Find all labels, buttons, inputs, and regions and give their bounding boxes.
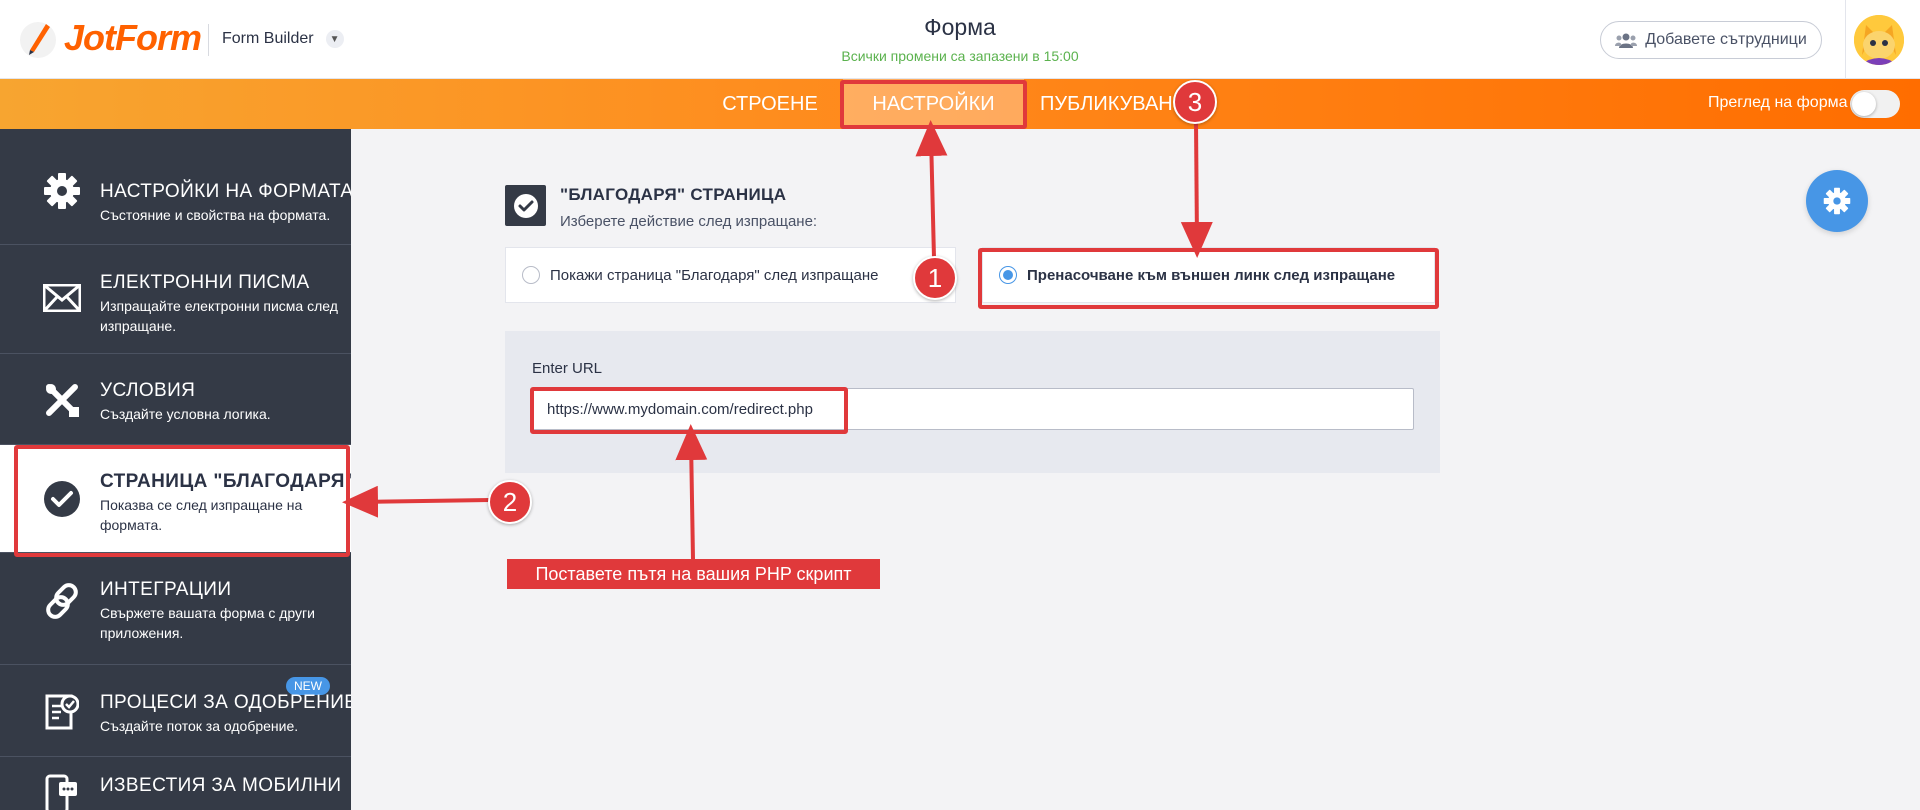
sidebar-item-desc: Състояние и свойства на формата. xyxy=(100,207,331,223)
gear-icon xyxy=(42,171,82,211)
mobile-icon xyxy=(42,773,82,810)
sidebar-item-title: ЕЛЕКТРОННИ ПИСМА xyxy=(100,272,310,293)
link-icon xyxy=(42,581,82,621)
section-title: "БЛАГОДАРЯ" СТРАНИЦА xyxy=(560,185,787,204)
app-name: Form Builder xyxy=(222,30,314,47)
highlight-thank-you-sidebar xyxy=(14,445,350,557)
settings-fab-button[interactable] xyxy=(1806,170,1868,232)
app-switcher[interactable]: Form Builder ▼ xyxy=(222,30,344,48)
sidebar-item-title: НАСТРОЙКИ НА ФОРМАТА xyxy=(100,181,351,202)
sidebar-item-integrations[interactable]: ИНТЕГРАЦИИ Свържете вашата форма с други… xyxy=(0,553,351,665)
url-label: Enter URL xyxy=(532,360,603,377)
form-preview-label: Преглед на форма xyxy=(1708,94,1848,111)
jotform-pencil-icon xyxy=(18,16,58,60)
top-header: JotForm Form Builder ▼ Форма Всички пром… xyxy=(0,0,1920,79)
radio-thank-you[interactable] xyxy=(522,266,540,284)
users-icon xyxy=(1615,32,1638,48)
header-divider xyxy=(208,24,209,56)
step-badge-3: 3 xyxy=(1173,80,1217,124)
sidebar-item-title: ПРОЦЕСИ ЗА ОДОБРЕНИЕ xyxy=(100,692,351,713)
option-thank-you-label: Покажи страница "Благодаря" след изпраща… xyxy=(550,266,879,284)
sidebar-item-desc: Създайте поток за одобрение. xyxy=(100,718,299,734)
thank-you-section-icon xyxy=(505,185,546,226)
chevron-down-icon: ▼ xyxy=(325,30,344,48)
logo-text: JotForm xyxy=(64,17,202,58)
sidebar-item-emails[interactable]: ЕЛЕКТРОННИ ПИСМА Изпращайте електронни п… xyxy=(0,245,351,354)
sidebar-item-title: ИЗВЕСТИЯ ЗА МОБИЛНИ xyxy=(100,775,342,796)
toggle-knob xyxy=(1852,92,1876,116)
section-subtitle: Изберете действие след изпращане: xyxy=(560,213,818,230)
annotation-callout: Поставете пътя на вашия PHP скрипт xyxy=(507,559,880,589)
sidebar-item-desc: Свържете вашата форма с други приложения… xyxy=(100,605,315,641)
highlight-redirect-option xyxy=(978,248,1439,309)
add-collaborators-button[interactable]: Добавете сътрудници xyxy=(1600,21,1822,59)
option-show-thank-you-page[interactable]: Покажи страница "Благодаря" след изпраща… xyxy=(505,247,956,303)
approval-icon xyxy=(42,691,82,731)
conditions-icon xyxy=(42,380,82,420)
form-preview-toggle[interactable] xyxy=(1850,90,1900,118)
highlight-url-input xyxy=(530,387,848,434)
sidebar-item-desc: Изпращайте електронни писма след изпраща… xyxy=(100,298,338,334)
sidebar-item-mobile-notifications[interactable]: ИЗВЕСТИЯ ЗА МОБИЛНИ xyxy=(0,757,351,810)
sidebar-item-desc: Създайте условна логика. xyxy=(100,406,271,422)
step-badge-1: 1 xyxy=(913,256,957,300)
gear-icon xyxy=(1823,187,1851,215)
step-badge-2: 2 xyxy=(488,480,532,524)
user-avatar[interactable] xyxy=(1854,15,1904,65)
tab-publish[interactable]: ПУБЛИКУВАН xyxy=(1040,79,1180,129)
tab-build[interactable]: СТРОЕНЕ xyxy=(700,79,840,129)
sidebar-item-approval-flows[interactable]: NEW ПРОЦЕСИ ЗА ОДОБРЕНИЕ Създайте поток … xyxy=(0,665,351,757)
sidebar-item-title: ИНТЕГРАЦИИ xyxy=(100,579,232,600)
highlight-settings-tab xyxy=(840,80,1027,129)
jotform-logo[interactable]: JotForm xyxy=(18,16,202,60)
sidebar-item-conditions[interactable]: УСЛОВИЯ Създайте условна логика. xyxy=(0,354,351,445)
add-collaborators-label: Добавете сътрудници xyxy=(1645,31,1807,48)
envelope-icon xyxy=(42,278,82,318)
sidebar-item-form-settings[interactable]: НАСТРОЙКИ НА ФОРМАТА Състояние и свойств… xyxy=(0,129,351,245)
avatar-divider xyxy=(1845,0,1846,79)
sidebar-item-title: УСЛОВИЯ xyxy=(100,380,196,401)
